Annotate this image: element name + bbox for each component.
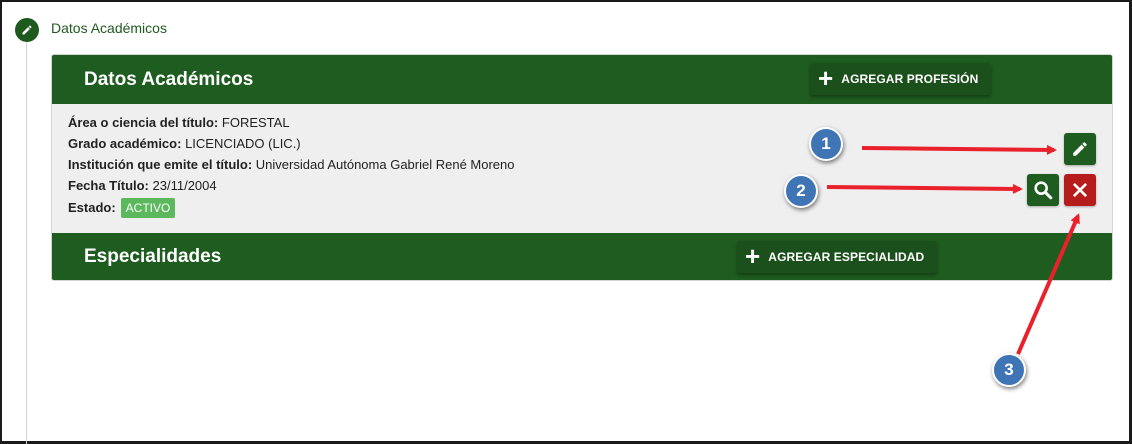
estado-row: Estado: ACTIVO [68,197,515,218]
fecha-value: 23/11/2004 [152,178,217,193]
search-icon [1034,181,1053,200]
grado-value: LICENCIADO (LIC.) [185,136,301,151]
close-icon [1073,183,1087,197]
plus-icon: + [818,63,834,93]
academic-details: Área o ciencia del título: FORESTAL Grad… [68,112,515,218]
add-specialty-button[interactable]: + AGREGAR ESPECIALIDAD [737,241,937,273]
add-profession-label: AGREGAR PROFESIÓN [841,72,979,86]
institucion-row: Institución que emite el título: Univers… [68,154,515,175]
page-frame: Datos Académicos Datos Académicos + AGRE… [0,0,1132,444]
add-profession-button[interactable]: + AGREGAR PROFESIÓN [810,63,991,95]
marker-3: 3 [992,353,1026,387]
grado-label: Grado académico: [68,136,182,151]
add-specialty-label: AGREGAR ESPECIALIDAD [768,250,925,264]
specialties-header-title: Especialidades [84,246,222,267]
academic-header-title: Datos Académicos [84,68,254,90]
status-badge: ACTIVO [120,197,176,218]
fecha-label: Fecha Título: [68,178,149,193]
academic-header-bar: Datos Académicos + AGREGAR PROFESIÓN [52,55,1112,104]
area-value: FORESTAL [221,115,290,130]
pencil-icon [1073,142,1087,156]
view-button[interactable] [1027,174,1059,206]
institucion-value: Universidad Autónoma Gabriel René Moreno [255,157,515,172]
fecha-row: Fecha Título: 23/11/2004 [68,175,515,196]
grado-row: Grado académico: LICENCIADO (LIC.) [68,133,515,154]
marker-2: 2 [784,174,818,208]
pencil-icon [22,25,32,35]
specialties-header-bar: Especialidades + AGREGAR ESPECIALIDAD [52,233,1112,280]
area-label: Área o ciencia del título: [68,115,219,130]
plus-icon: + [745,241,761,271]
estado-label: Estado: [68,200,116,215]
institucion-label: Institución que emite el título: [68,157,253,172]
timeline-line [26,40,27,444]
area-row: Área o ciencia del título: FORESTAL [68,112,515,133]
step-title: Datos Académicos [51,20,167,36]
academic-card: Datos Académicos + AGREGAR PROFESIÓN Áre… [51,54,1113,281]
edit-button[interactable] [1064,133,1096,165]
step-indicator [15,18,39,42]
marker-1: 1 [809,127,843,161]
delete-button[interactable] [1064,174,1096,206]
